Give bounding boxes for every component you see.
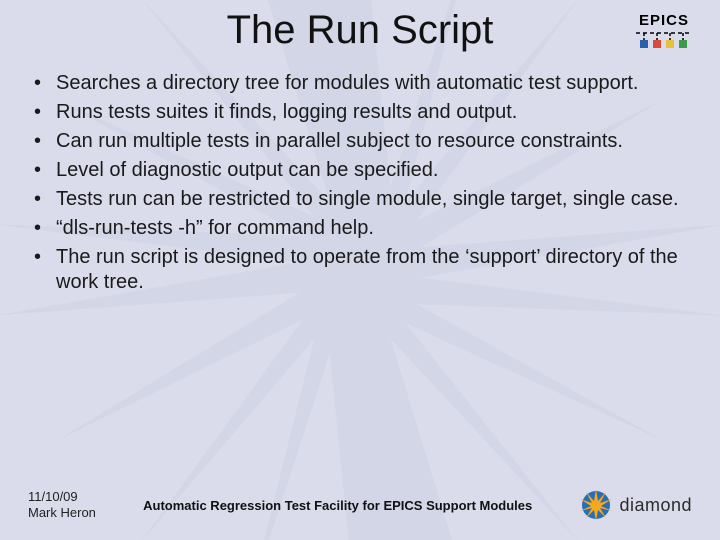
diamond-logo-text: diamond (619, 495, 692, 516)
list-item: Searches a directory tree for modules wi… (34, 71, 692, 96)
footer-date: 11/10/09 (28, 489, 96, 505)
diamond-logo: diamond (579, 488, 692, 522)
epics-badge: EPICS (636, 12, 692, 49)
footer-left: 11/10/09 Mark Heron (28, 489, 96, 522)
list-item: “dls-run-tests -h” for command help. (34, 216, 692, 241)
footer-right: diamond (579, 488, 692, 522)
diamond-burst-icon (579, 488, 613, 522)
list-item: Tests run can be restricted to single mo… (34, 187, 692, 212)
list-item: Can run multiple tests in parallel subje… (34, 129, 692, 154)
epics-blocks-icon (636, 31, 692, 49)
list-item: Level of diagnostic output can be specif… (34, 158, 692, 183)
footer-center: Automatic Regression Test Facility for E… (96, 498, 580, 513)
slide: The Run Script EPICS Searches a director… (0, 0, 720, 540)
bullet-list: Searches a directory tree for modules wi… (28, 71, 692, 295)
epics-label: EPICS (636, 12, 692, 29)
title-row: The Run Script EPICS (28, 8, 692, 53)
list-item: Runs tests suites it finds, logging resu… (34, 100, 692, 125)
footer: 11/10/09 Mark Heron Automatic Regression… (28, 488, 692, 522)
list-item: The run script is designed to operate fr… (34, 245, 692, 295)
footer-author: Mark Heron (28, 505, 96, 521)
slide-title: The Run Script (28, 8, 692, 53)
